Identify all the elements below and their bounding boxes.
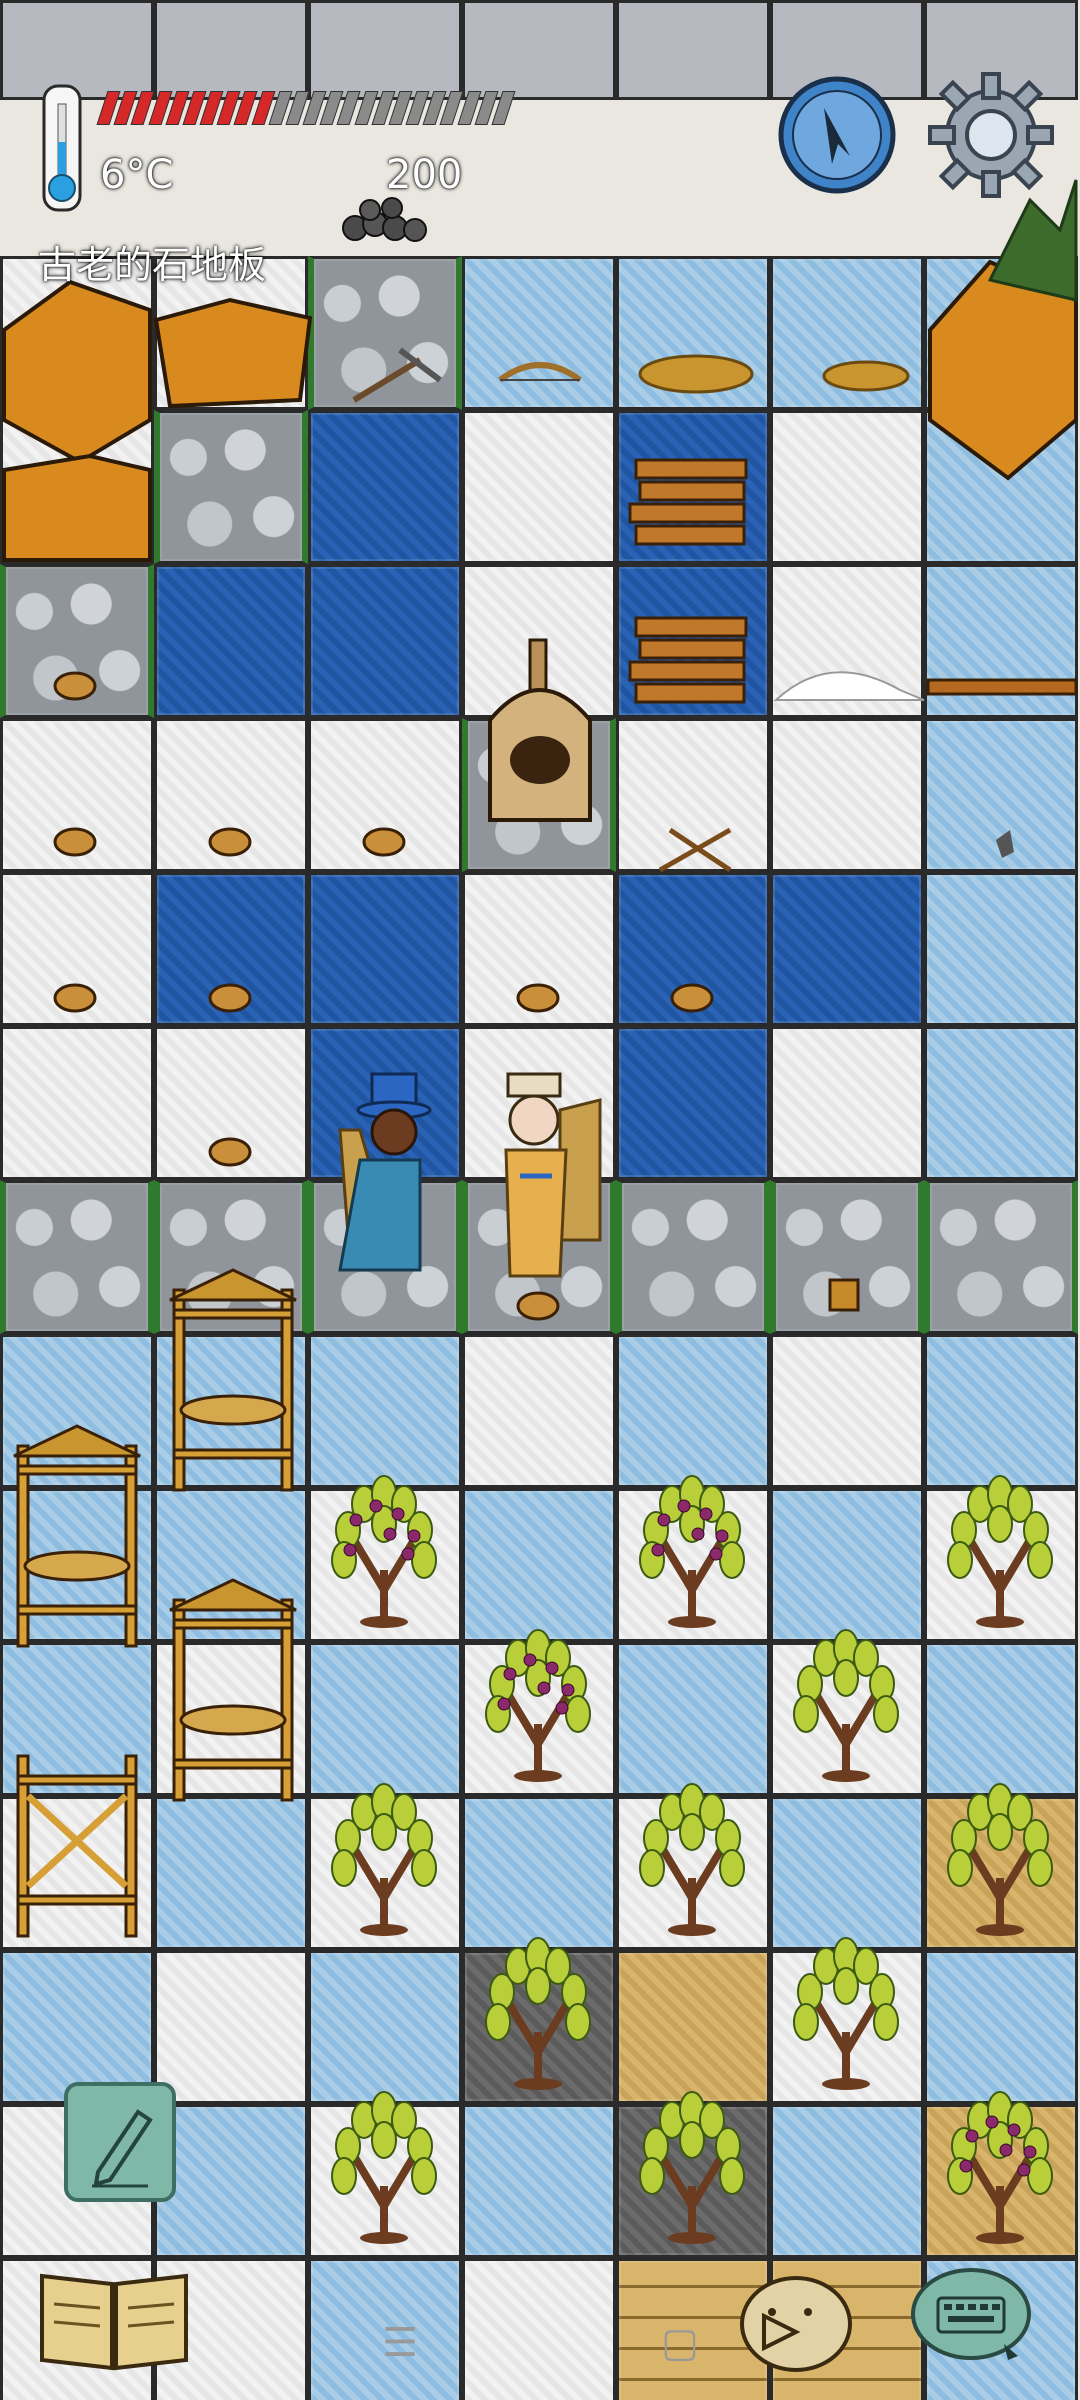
character-blue-hat[interactable] <box>338 1072 432 1272</box>
berry-bush-sprite <box>485 1937 591 2090</box>
game-world[interactable]: 6°C 200 古老的石地板 ☰ ▢ <box>0 0 1080 2400</box>
log-sprite <box>926 678 1078 696</box>
bucket-sprite <box>828 1278 860 1312</box>
basket-sprite <box>670 983 714 1013</box>
basket-sprite <box>362 827 406 857</box>
bow-sprite <box>498 362 582 383</box>
book-icon[interactable] <box>34 2264 194 2374</box>
pickaxe-sprite <box>352 347 442 403</box>
berry-bush-sprite <box>947 1475 1053 1628</box>
pencil-button[interactable] <box>64 2082 176 2202</box>
straw-pile-sprite <box>638 354 754 394</box>
berry-bush-sprite <box>485 1629 591 1782</box>
basket-sprite <box>53 827 97 857</box>
berry-bush-sprite <box>793 1937 899 2090</box>
berry-bush-sprite <box>639 1783 745 1936</box>
world-objects <box>2 179 1078 2244</box>
home-nav-button[interactable]: ▢ <box>650 2313 710 2373</box>
loom-sprites <box>13 1268 297 1938</box>
menu-nav-button[interactable]: ☰ <box>370 2313 430 2373</box>
berry-bush-sprite <box>947 2091 1053 2244</box>
loom-sprite <box>13 1424 141 1648</box>
berry-bush-sprite <box>639 2091 745 2244</box>
loom-sprite <box>16 1754 138 1938</box>
firewood-stack-sprite <box>628 616 748 704</box>
firewood-stack-sprite <box>628 458 748 546</box>
basket-sprite <box>208 983 252 1013</box>
thermometer-icon <box>42 84 82 212</box>
basket-sprite <box>208 827 252 857</box>
berry-bush-sprites <box>331 1475 1053 2244</box>
basket-sprite <box>53 983 97 1013</box>
coal-pile-icon <box>342 197 427 242</box>
basket-sprite <box>208 1137 252 1167</box>
pencil-icon <box>92 2109 153 2188</box>
food-meter <box>96 88 516 128</box>
compass-icon[interactable] <box>776 74 898 196</box>
keyboard-icon[interactable] <box>908 2264 1034 2366</box>
berry-bush-sprite <box>639 1475 745 1628</box>
berry-bush-sprite <box>331 1783 437 1936</box>
berry-bush-sprite <box>331 2091 437 2244</box>
basket-sprite <box>53 671 97 701</box>
temperature-readout: 6°C <box>100 152 174 198</box>
chat-bubble-icon[interactable] <box>734 2266 874 2386</box>
berry-bush-sprite <box>947 1783 1053 1936</box>
snow-pile-sprite <box>773 671 925 701</box>
gear-icon[interactable] <box>926 70 1056 200</box>
boulder-sprite <box>2 279 313 562</box>
kiln-sprite <box>488 638 592 822</box>
loom-sprite <box>169 1578 297 1802</box>
boulder-with-tree-sprite <box>928 179 1078 481</box>
loom-sprite <box>169 1268 297 1492</box>
straw-pile-sprite <box>822 360 910 392</box>
flint-sprite <box>996 830 1014 858</box>
hovered-tile-name: 古老的石地板 <box>38 243 267 287</box>
basket-sprite <box>516 983 560 1013</box>
character-elder[interactable] <box>504 1072 602 1278</box>
berry-bush-sprite <box>793 1629 899 1782</box>
basket-sprite <box>516 1291 560 1321</box>
berry-bush-sprite <box>331 1475 437 1628</box>
sticks-sprite <box>658 827 732 873</box>
